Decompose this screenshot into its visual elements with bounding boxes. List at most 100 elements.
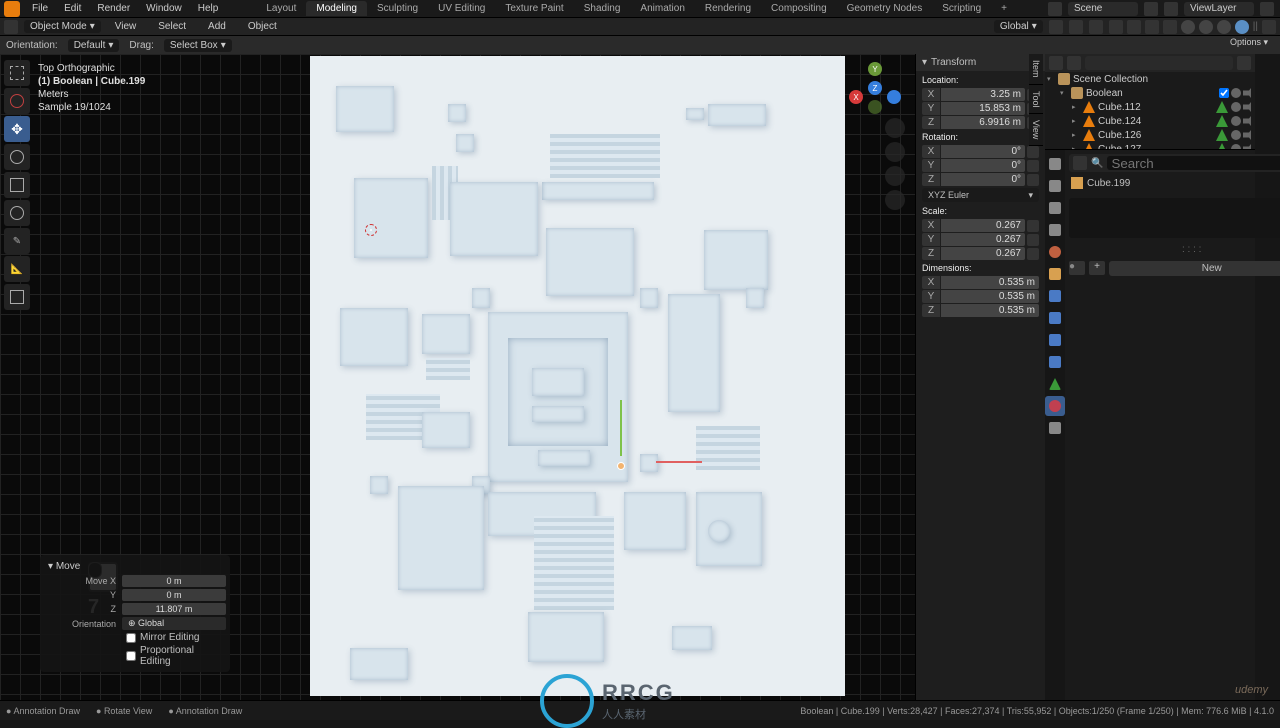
render-visibility-icon[interactable] <box>1243 102 1253 112</box>
gizmo-toggle-icon[interactable] <box>1127 20 1141 34</box>
transform-panel-header[interactable]: ▾Transform <box>916 54 1045 71</box>
properties-search-input[interactable] <box>1107 156 1280 170</box>
tool-transform[interactable] <box>4 200 30 226</box>
render-visibility-icon[interactable] <box>1243 130 1253 140</box>
scale-y-field[interactable]: 0.267 <box>941 233 1025 246</box>
y-axis-widget[interactable] <box>620 400 622 456</box>
scene-new-icon[interactable] <box>1144 2 1158 16</box>
pan-icon[interactable] <box>885 142 905 162</box>
gizmo-x-axis-icon[interactable]: X <box>849 90 863 104</box>
location-y-field[interactable]: 15.853 m <box>941 102 1025 115</box>
workspace-tab-uvediting[interactable]: UV Editing <box>428 1 495 16</box>
prop-tab-modifier[interactable] <box>1045 286 1065 306</box>
disclosure-triangle-icon[interactable]: ▾ <box>1060 89 1068 97</box>
transform-orientation-dropdown[interactable]: Global▾ <box>994 20 1043 33</box>
new-material-button[interactable]: New <box>1109 261 1280 276</box>
rotation-z-field[interactable]: 0° <box>941 173 1025 186</box>
zoom-icon[interactable] <box>885 118 905 138</box>
disclosure-triangle-icon[interactable]: ▸ <box>1072 117 1080 125</box>
menu-help[interactable]: Help <box>190 3 227 14</box>
proportional-editing-checkbox[interactable] <box>126 651 136 661</box>
disclosure-triangle-icon[interactable]: ▾ <box>1047 75 1055 83</box>
shading-solid-icon[interactable] <box>1199 20 1213 34</box>
scale-z-field[interactable]: 0.267 <box>941 247 1025 260</box>
operator-panel-header[interactable]: ▾ Move <box>44 559 226 574</box>
outliner-filter-icon[interactable] <box>1237 56 1251 70</box>
disclosure-triangle-icon[interactable]: ▸ <box>1072 131 1080 139</box>
workspace-tab-geometrynodes[interactable]: Geometry Nodes <box>837 1 933 16</box>
tool-select-box[interactable] <box>4 60 30 86</box>
lock-icon[interactable] <box>1027 234 1039 246</box>
outliner-scene-collection[interactable]: ▾ Scene Collection <box>1045 72 1255 86</box>
material-browse-icon[interactable]: ● <box>1069 261 1085 275</box>
dim-z-field[interactable]: 0.535 m <box>941 304 1039 317</box>
header-menu-object[interactable]: Object <box>240 21 285 32</box>
navigation-gizmo[interactable]: Y X Z <box>849 62 901 114</box>
outliner-search-input[interactable] <box>1085 56 1233 70</box>
pause-render-icon[interactable] <box>1262 20 1276 34</box>
gizmo-neg-x-icon[interactable] <box>887 90 901 104</box>
prop-tab-data[interactable] <box>1045 374 1065 394</box>
location-x-field[interactable]: 3.25 m <box>941 88 1025 101</box>
eye-icon[interactable] <box>1231 116 1241 126</box>
camera-view-icon[interactable] <box>885 166 905 186</box>
outliner-object-row[interactable]: ▸ Cube.112 <box>1045 100 1255 114</box>
workspace-tab-sculpting[interactable]: Sculpting <box>367 1 428 16</box>
lock-icon[interactable] <box>1027 248 1039 260</box>
prop-tab-output[interactable] <box>1045 176 1065 196</box>
location-z-field[interactable]: 6.9916 m <box>941 116 1025 129</box>
menu-file[interactable]: File <box>24 3 56 14</box>
3d-viewport[interactable]: RRCG 人人素材 ✥ ✎ 📐 Top Orthographic (1) Boo… <box>0 54 915 700</box>
n-tab-view[interactable]: View <box>1029 114 1043 146</box>
visibility-icon[interactable] <box>1109 20 1123 34</box>
prop-tab-texture[interactable] <box>1045 418 1065 438</box>
tool-annotate[interactable]: ✎ <box>4 228 30 254</box>
rotation-x-field[interactable]: 0° <box>941 145 1025 158</box>
material-add-icon[interactable]: + <box>1089 261 1105 275</box>
outliner-display-mode-icon[interactable] <box>1067 56 1081 70</box>
workspace-tab-layout[interactable]: Layout <box>256 1 306 16</box>
tool-move[interactable]: ✥ <box>4 116 30 142</box>
workspace-tab-modeling[interactable]: Modeling <box>306 1 367 16</box>
gizmo-z-axis-icon[interactable]: Z <box>868 81 882 95</box>
tool-add-cube[interactable] <box>4 284 30 310</box>
shading-rendered-icon[interactable] <box>1235 20 1249 34</box>
viewlayer-name-input[interactable] <box>1184 2 1254 16</box>
tool-orientation-dropdown[interactable]: Default▾ <box>68 39 120 52</box>
eye-icon[interactable] <box>1231 88 1241 98</box>
shading-matprev-icon[interactable] <box>1217 20 1231 34</box>
prop-tab-viewlayer[interactable] <box>1045 198 1065 218</box>
lock-icon[interactable] <box>1027 160 1039 172</box>
x-axis-widget[interactable] <box>656 461 702 463</box>
collection-exclude-checkbox[interactable] <box>1219 88 1229 98</box>
lock-icon[interactable] <box>1027 220 1039 232</box>
prop-tab-world[interactable] <box>1045 242 1065 262</box>
gizmo-neg-y-icon[interactable] <box>868 100 882 114</box>
rotation-y-field[interactable]: 0° <box>941 159 1025 172</box>
shading-wireframe-icon[interactable] <box>1181 20 1195 34</box>
scene-name-input[interactable] <box>1068 2 1138 16</box>
header-menu-add[interactable]: Add <box>200 21 234 32</box>
outliner-collection-boolean[interactable]: ▾ Boolean <box>1045 86 1255 100</box>
mirror-editing-checkbox[interactable] <box>126 633 136 643</box>
menu-edit[interactable]: Edit <box>56 3 89 14</box>
options-dropdown[interactable]: Options ▾ <box>1222 36 1276 49</box>
move-y-field[interactable]: 0 m <box>122 589 226 601</box>
op-orientation-dropdown[interactable]: ⊕ Global <box>122 617 226 630</box>
xray-icon[interactable] <box>1163 20 1177 34</box>
workspace-tab-texturepaint[interactable]: Texture Paint <box>495 1 573 16</box>
tool-scale[interactable] <box>4 172 30 198</box>
mode-dropdown[interactable]: Object Mode▾ <box>24 20 101 33</box>
move-z-field[interactable]: 11.807 m <box>122 603 226 615</box>
n-tab-tool[interactable]: Tool <box>1029 85 1043 115</box>
workspace-tab-shading[interactable]: Shading <box>574 1 631 16</box>
workspace-add-button[interactable]: + <box>991 1 1017 16</box>
tool-measure[interactable]: 📐 <box>4 256 30 282</box>
disclosure-triangle-icon[interactable]: ▸ <box>1072 103 1080 111</box>
menu-render[interactable]: Render <box>89 3 138 14</box>
lock-icon[interactable] <box>1027 146 1039 158</box>
outliner-object-row[interactable]: ▸ Cube.126 <box>1045 128 1255 142</box>
prop-tab-physics[interactable] <box>1045 330 1065 350</box>
dim-x-field[interactable]: 0.535 m <box>941 276 1039 289</box>
dim-y-field[interactable]: 0.535 m <box>941 290 1039 303</box>
